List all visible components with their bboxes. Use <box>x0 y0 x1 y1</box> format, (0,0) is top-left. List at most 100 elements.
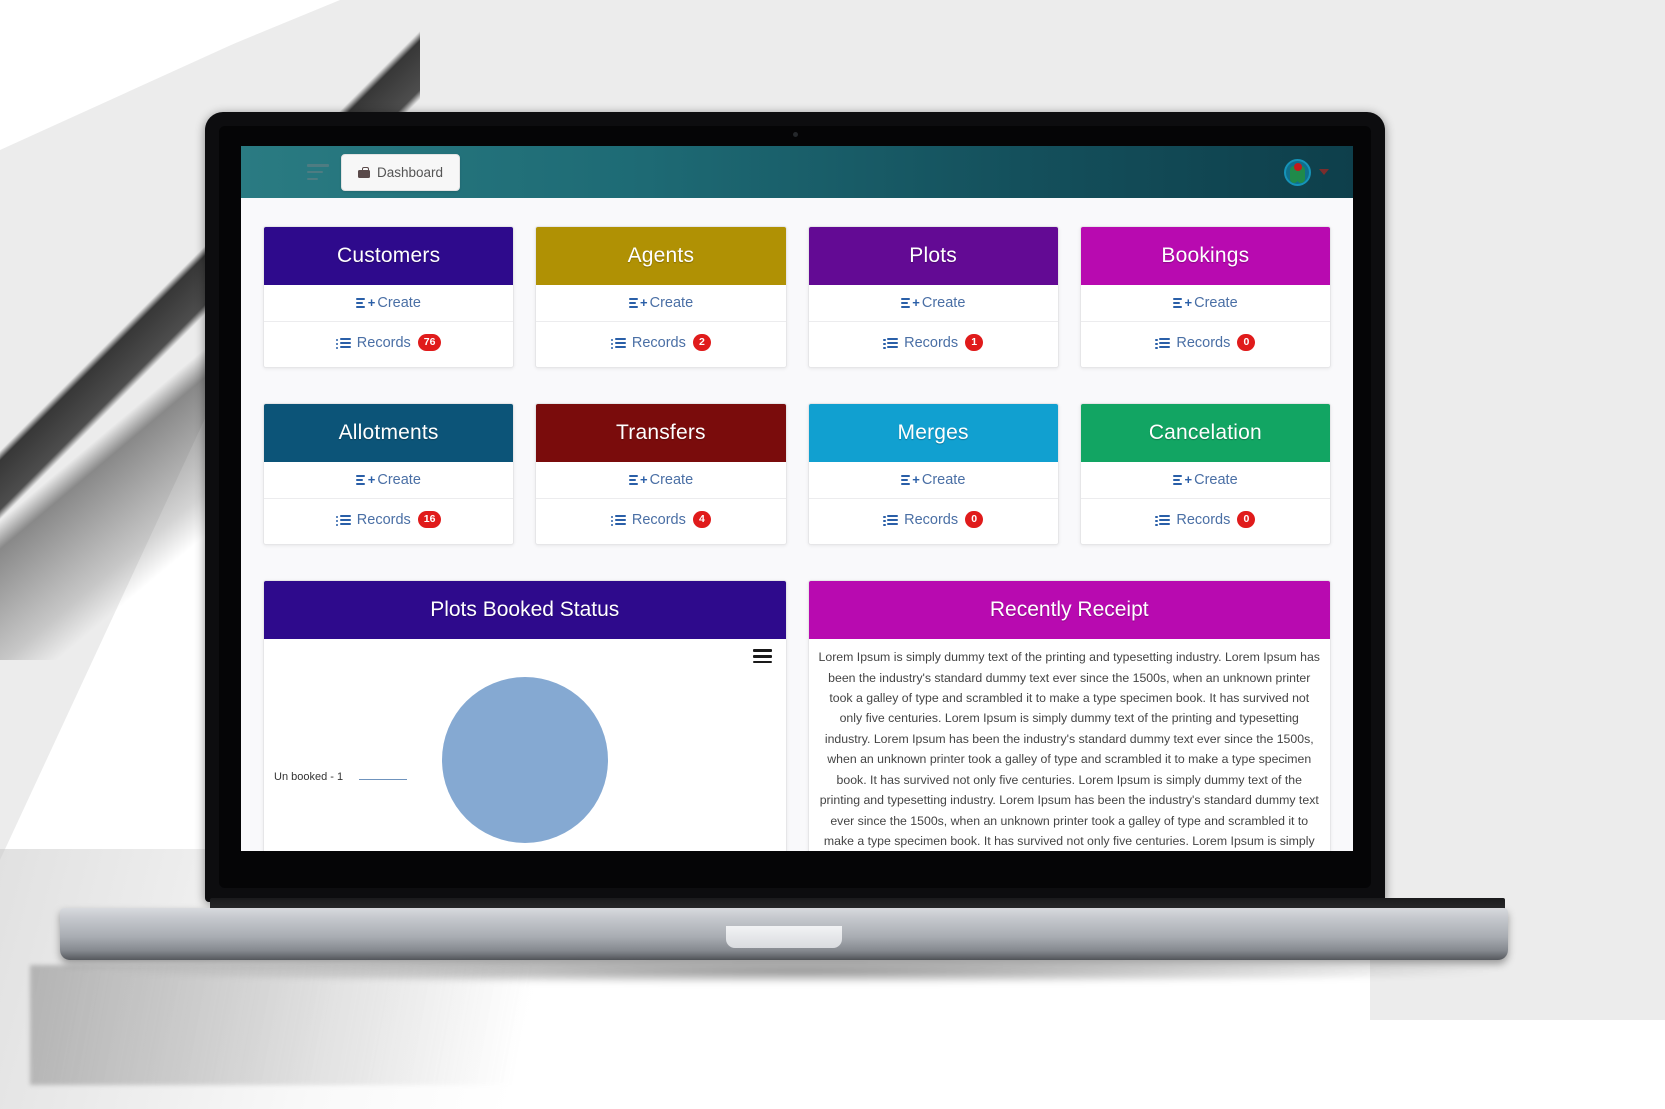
laptop-lid: Dashboard Customers + Create Records 76 … <box>205 112 1385 902</box>
card-row-1: Customers Create Records 76 <box>263 226 1331 369</box>
create-link[interactable]: Create <box>1080 462 1330 500</box>
pie-slice-label: Un booked - 1 <box>274 771 344 784</box>
panels-row: Plots Booked Status Un booked - 1 Recent… <box>263 580 1331 851</box>
receipt-area: Lorem Ipsum is simply dummy text of the … <box>809 639 1331 851</box>
card-customers: Customers Create Records 76 <box>263 226 515 369</box>
card-title: Merges <box>808 404 1058 463</box>
card-row-2: Allotments Create Records 16 <box>263 403 1331 546</box>
records-label: Records <box>356 334 411 351</box>
records-label: Records <box>1176 511 1231 528</box>
card-cancelation: Cancelation Create Records 0 <box>1079 403 1331 546</box>
list-icon <box>1155 514 1171 525</box>
list-add-icon <box>628 298 643 308</box>
laptop-base <box>60 898 1508 964</box>
avatar-dot-icon <box>1293 162 1302 171</box>
list-add-icon <box>1173 298 1187 308</box>
laptop-floor-shadow <box>30 965 730 1085</box>
pie-chart: Un booked - 1 <box>264 639 786 851</box>
webcam-icon <box>792 132 798 137</box>
records-link[interactable]: Records 76 <box>264 322 513 367</box>
records-label: Records <box>631 511 686 528</box>
records-link[interactable]: Records 1 <box>809 322 1058 367</box>
records-count-badge: 16 <box>417 511 442 529</box>
card-bookings: Bookings Create Records 0 <box>1079 226 1331 369</box>
records-label: Records <box>904 511 959 528</box>
create-link[interactable]: Create <box>808 462 1058 500</box>
card-title: Bookings <box>1080 227 1330 285</box>
panel-title: Plots Booked Status <box>264 581 786 640</box>
panel-plots-booked-status: Plots Booked Status Un booked - 1 <box>263 580 787 851</box>
records-count-badge: 2 <box>692 334 711 352</box>
records-count-badge: 0 <box>1237 334 1256 352</box>
create-link[interactable]: Create <box>536 462 786 500</box>
panel-title: Recently Receipt <box>808 581 1330 640</box>
card-agents: Agents Create Records 2 <box>535 226 787 369</box>
pie-slice-unbooked[interactable] <box>441 677 608 844</box>
create-link[interactable]: Create <box>264 462 514 500</box>
card-title: Plots <box>808 227 1058 285</box>
create-label: Create <box>377 472 421 489</box>
list-add-icon <box>900 298 915 308</box>
card-transfers: Transfers Create Records 4 <box>535 403 787 546</box>
top-navbar: Dashboard <box>241 146 1353 198</box>
records-link[interactable]: Records 0 <box>809 499 1058 544</box>
create-label: Create <box>1194 295 1238 311</box>
records-link[interactable]: Records 16 <box>264 499 513 544</box>
create-label: Create <box>921 472 966 489</box>
create-label: Create <box>1194 472 1238 489</box>
list-icon <box>883 514 899 525</box>
panel-recently-receipt: Recently Receipt Lorem Ipsum is simply d… <box>807 580 1331 851</box>
create-label: Create <box>921 295 966 311</box>
list-icon <box>335 514 351 525</box>
list-icon <box>610 514 626 525</box>
list-add-icon <box>356 475 370 486</box>
records-count-badge: 4 <box>692 511 711 529</box>
create-label: Create <box>649 295 694 311</box>
list-icon <box>1155 337 1171 348</box>
card-allotments: Allotments Create Records 16 <box>263 403 515 546</box>
card-title: Transfers <box>536 404 786 463</box>
records-label: Records <box>904 334 959 351</box>
card-title: Customers <box>264 227 514 285</box>
create-link[interactable]: Create <box>808 285 1058 322</box>
list-add-icon <box>356 298 370 308</box>
create-link[interactable]: Create <box>1080 285 1330 322</box>
list-add-icon <box>628 475 643 486</box>
avatar[interactable] <box>1284 158 1311 186</box>
laptop-front-notch <box>726 926 842 948</box>
card-plots: Plots Create Records 1 <box>807 226 1059 369</box>
records-link[interactable]: Records 0 <box>1081 322 1330 367</box>
card-merges: Merges Create Records 0 <box>807 403 1059 546</box>
dashboard-content: Customers Create Records 76 <box>241 198 1353 851</box>
dashboard-button[interactable]: Dashboard <box>341 153 461 191</box>
records-label: Records <box>631 334 686 351</box>
receipt-body-text: Lorem Ipsum is simply dummy text of the … <box>818 650 1320 848</box>
chevron-down-icon[interactable] <box>1319 169 1329 175</box>
records-count-badge: 76 <box>417 334 442 352</box>
list-icon <box>335 337 351 348</box>
create-link[interactable]: Create <box>536 285 786 322</box>
records-link[interactable]: Records 0 <box>1081 499 1330 544</box>
dashboard-button-label: Dashboard <box>377 164 444 180</box>
records-label: Records <box>1176 334 1231 351</box>
laptop-screen: Dashboard Customers + Create Records 76 … <box>241 146 1353 851</box>
create-link[interactable]: Create <box>264 285 514 322</box>
card-title: Cancelation <box>1080 404 1330 463</box>
list-icon <box>883 337 899 348</box>
laptop-mockup: Dashboard Customers + Create Records 76 … <box>205 112 1385 902</box>
sort-align-left-icon[interactable] <box>307 164 329 180</box>
card-title: Allotments <box>264 404 514 463</box>
create-label: Create <box>649 472 694 489</box>
records-link[interactable]: Records 4 <box>536 499 785 544</box>
chart-area: Un booked - 1 <box>264 639 786 851</box>
records-count-badge: 0 <box>1237 511 1256 529</box>
navbar-right-group <box>1284 158 1339 186</box>
records-label: Records <box>356 511 411 528</box>
records-count-badge: 0 <box>965 511 984 529</box>
list-add-icon <box>1173 475 1187 486</box>
scene-root: Dashboard Customers + Create Records 76 … <box>0 0 1665 1109</box>
briefcase-icon <box>358 166 370 178</box>
create-label: Create <box>377 295 421 311</box>
records-link[interactable]: Records 2 <box>536 322 785 367</box>
list-add-icon <box>900 475 915 486</box>
